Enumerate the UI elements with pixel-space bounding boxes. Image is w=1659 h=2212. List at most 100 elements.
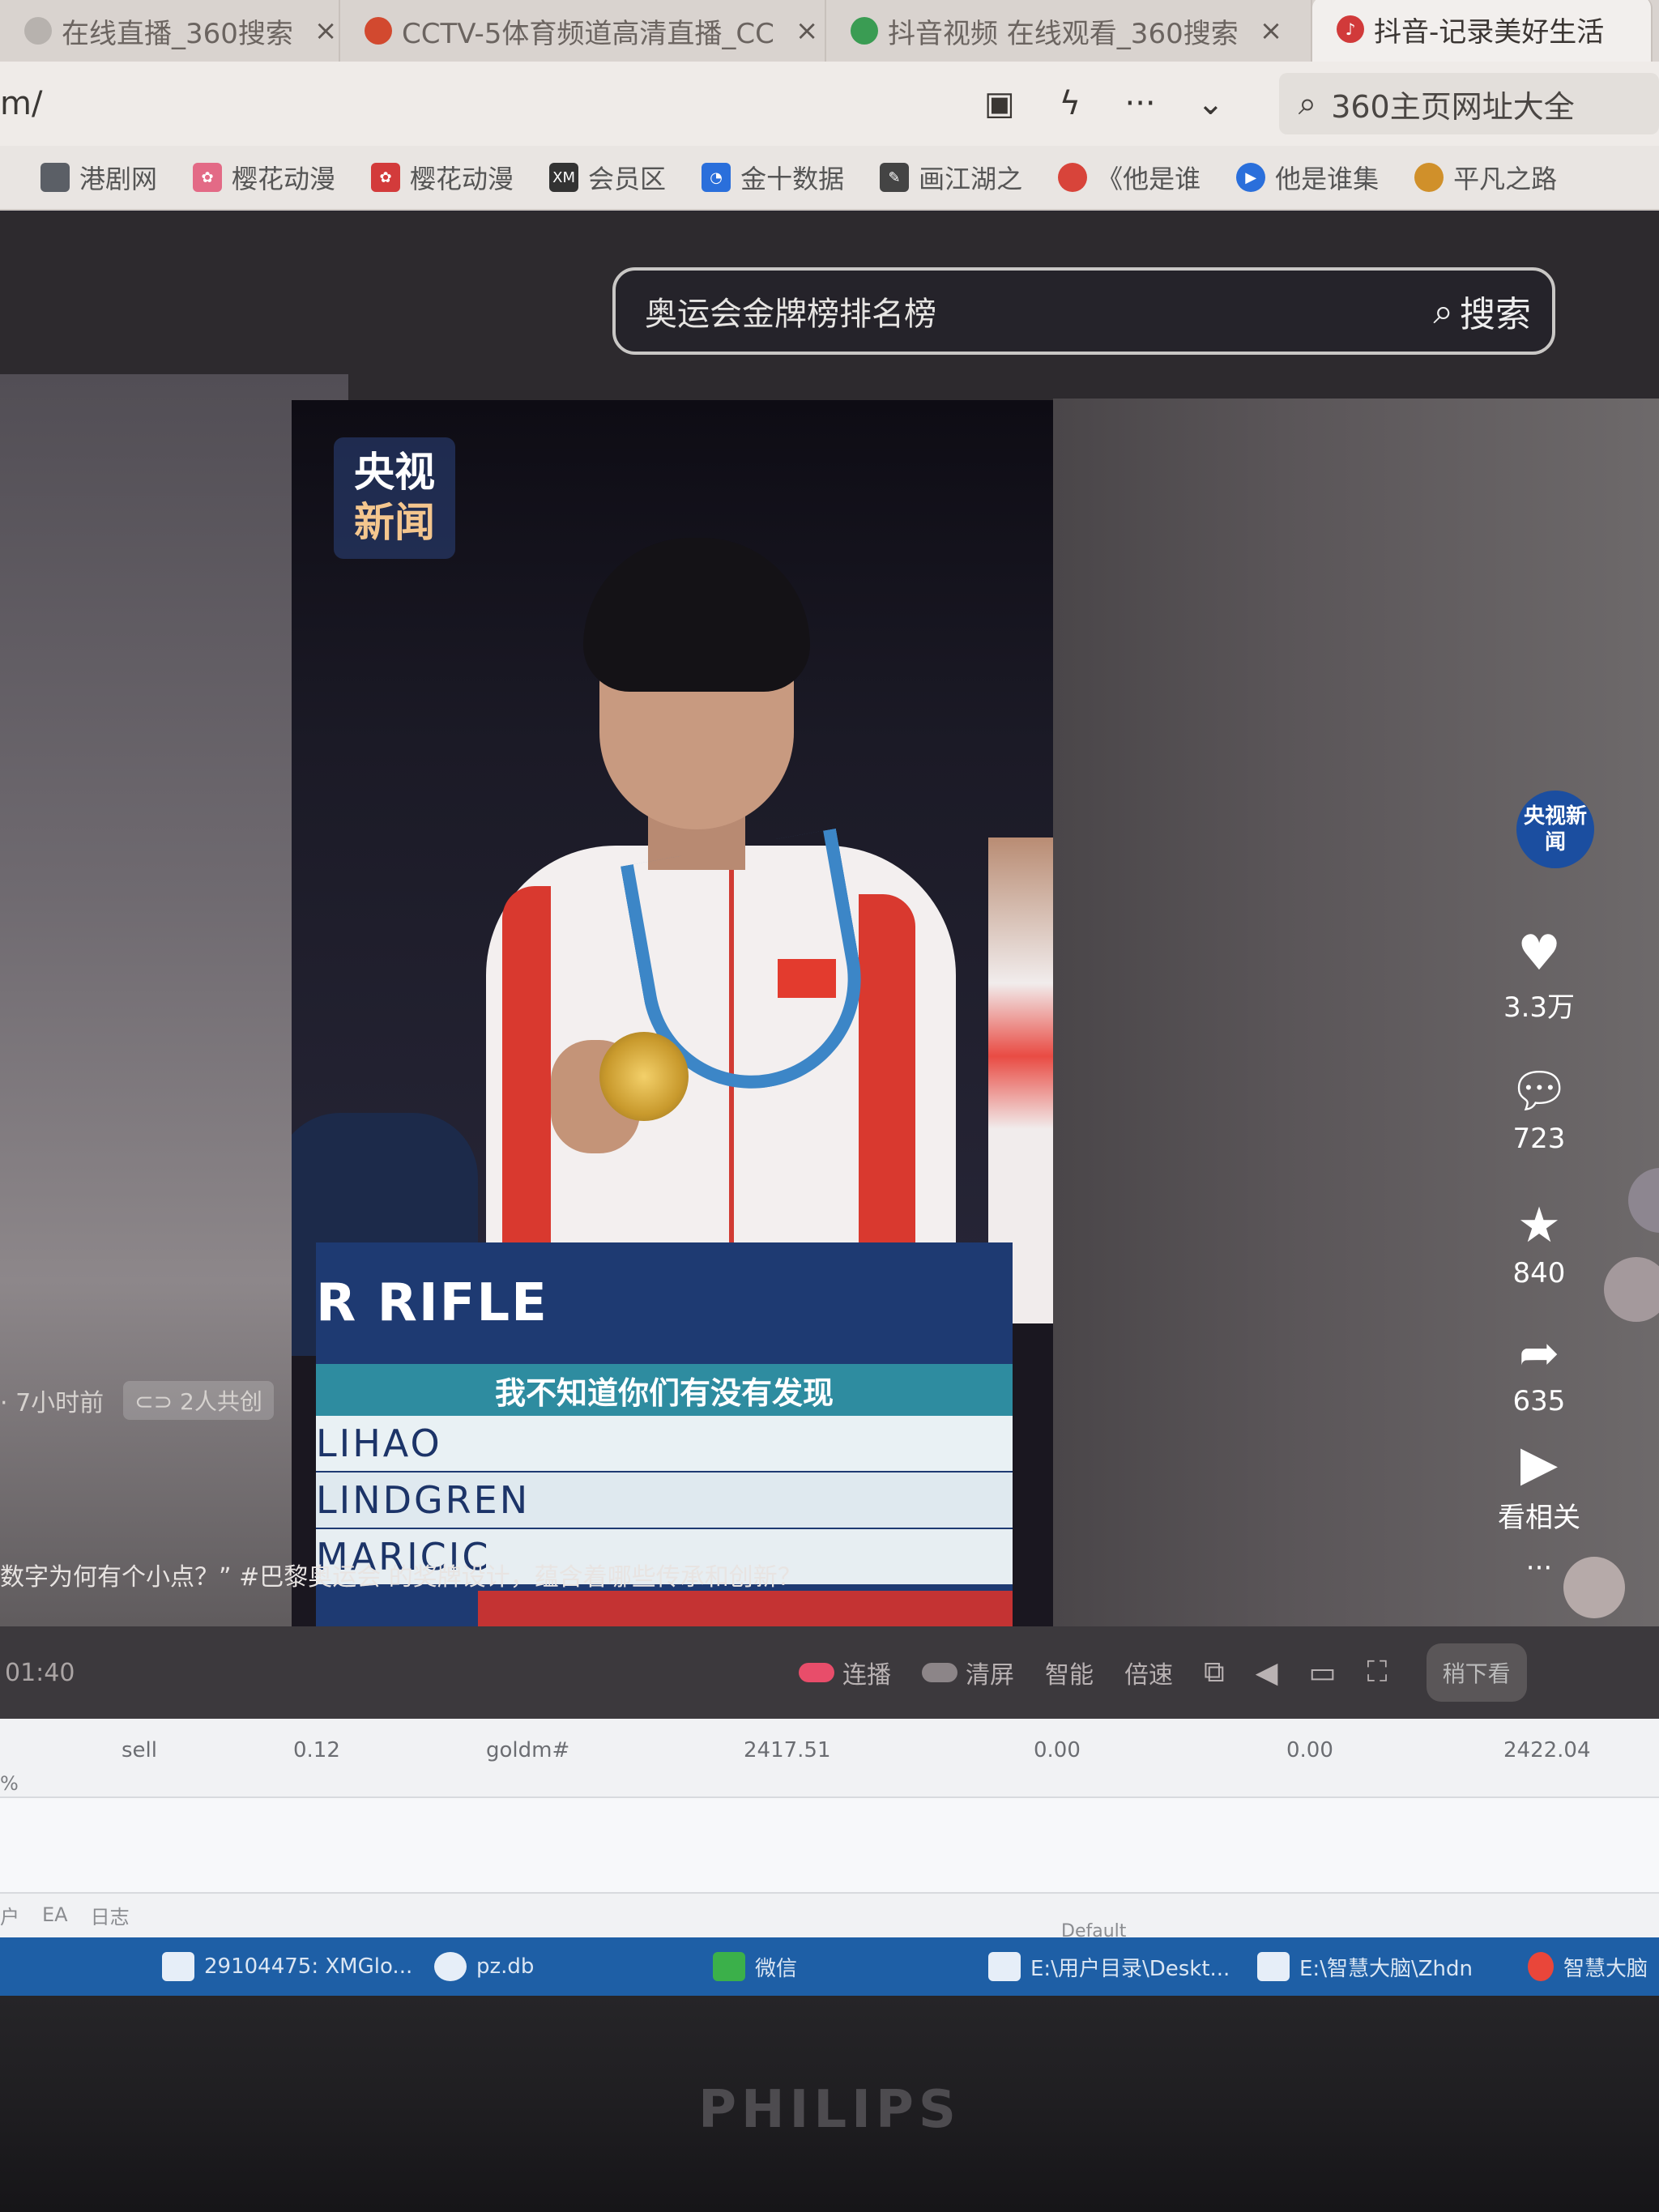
image-icon[interactable]: ▣ xyxy=(980,83,1020,124)
terminal-balance-line: % xyxy=(0,1772,19,1795)
tab-close-icon[interactable]: × xyxy=(314,15,338,47)
chevron-down-icon[interactable]: ⌄ xyxy=(1191,83,1230,124)
tab-favicon-icon xyxy=(365,17,392,45)
web-fullscreen-icon: ▭ xyxy=(1308,1656,1337,1690)
comment-button[interactable]: 💬︎ 723 xyxy=(1491,1063,1588,1155)
like-button[interactable]: ♥ 3.3万 xyxy=(1491,925,1588,1025)
quality-button[interactable]: 智能 xyxy=(1045,1655,1094,1690)
xm-logo-icon: XM xyxy=(549,163,579,192)
volume-icon: ◀︎ xyxy=(1255,1656,1278,1690)
taskbar-label: E:\智慧大脑\Zhdn xyxy=(1299,1956,1473,1981)
favorite-button[interactable]: ★ 840 xyxy=(1491,1197,1588,1289)
search-icon: ⌕ xyxy=(1433,290,1453,332)
favorite-count: 840 xyxy=(1512,1257,1566,1289)
lightning-icon[interactable]: ϟ xyxy=(1050,83,1090,124)
tab-close-icon[interactable]: × xyxy=(1260,15,1283,47)
share-count: 635 xyxy=(1512,1385,1566,1417)
tab-douyin-search[interactable]: 抖音视频 在线观看_360搜索 × xyxy=(826,0,1312,62)
share-button[interactable]: ➦ 635 xyxy=(1491,1325,1588,1417)
fullscreen-button[interactable]: ⛶ xyxy=(1367,1656,1387,1690)
app-g-icon xyxy=(1528,1952,1554,1981)
more-button[interactable]: ··· xyxy=(1491,1549,1588,1584)
bookmark-icon xyxy=(1414,163,1444,192)
related-button[interactable]: ▶ 看相关 xyxy=(1491,1435,1588,1535)
douyin-search-bar[interactable]: 奥运会金牌榜排名榜 ⌕ 搜索 xyxy=(612,267,1555,355)
browser-tab-bar: 在线直播_360搜索 × CCTV-5体育频道高清直播_CC × 抖音视频 在线… xyxy=(0,0,1659,62)
trade-open-price: 2417.51 xyxy=(744,1738,831,1762)
taskbar-label: 29104475: XMGlo... xyxy=(204,1954,413,1979)
bookmark-item[interactable]: ▶ 他是谁集 xyxy=(1236,159,1379,196)
taskbar-item-folder-desktop[interactable]: E:\用户目录\Deskt... xyxy=(988,1952,1230,1982)
speed-button[interactable]: 倍速 xyxy=(1124,1655,1173,1690)
taskbar-item-wechat[interactable]: 微信 xyxy=(713,1952,797,1982)
browser-search-box[interactable]: ⌕ 360主页网址大全 xyxy=(1278,73,1659,134)
browser-search-placeholder: 360主页网址大全 xyxy=(1331,88,1575,125)
taskbar-item-xm[interactable]: 29104475: XMGlo... xyxy=(162,1952,412,1981)
url-field[interactable]: m/ xyxy=(0,85,949,122)
trade-volume: 0.12 xyxy=(293,1738,340,1762)
bookmark-icon xyxy=(41,163,70,192)
tab-360-search[interactable]: 在线直播_360搜索 × xyxy=(0,0,340,62)
co-creation-badge[interactable]: ⊂⊃ 2人共创 xyxy=(123,1381,274,1420)
file-icon xyxy=(1257,1952,1290,1981)
tab-close-icon[interactable]: × xyxy=(795,15,819,47)
taskbar-label: E:\用户目录\Deskt... xyxy=(1030,1956,1230,1981)
douyin-page: 奥运会金牌榜排名榜 ⌕ 搜索 央视 新闻 R RIFLE 我不知道你们有没有发现… xyxy=(0,212,1659,1719)
tab-cctv5[interactable]: CCTV-5体育频道高清直播_CC × xyxy=(340,0,826,62)
toggle-switch-icon xyxy=(922,1663,957,1682)
wechat-icon xyxy=(713,1952,745,1981)
bookmark-label: 画江湖之 xyxy=(919,164,1023,194)
gold-medal-icon xyxy=(599,1032,689,1121)
bookmark-item[interactable]: ◔ 金十数据 xyxy=(702,159,844,196)
tab-ea[interactable]: EA xyxy=(42,1903,68,1926)
watch-later-button[interactable]: 稍下看 xyxy=(1426,1643,1527,1702)
video-description[interactable]: 数字为何有个小点？” #巴黎奥运会 的奖牌设计，蕴含着哪些传承和创新？ xyxy=(0,1557,1053,1592)
webfullscreen-button[interactable]: ▭ xyxy=(1308,1656,1336,1690)
trade-row[interactable]: sell 0.12 goldm# 2417.51 0.00 0.00 2422.… xyxy=(0,1730,1659,1771)
clear-screen-toggle[interactable]: 清屏 xyxy=(922,1655,1014,1690)
bookmark-item[interactable]: XM 会员区 xyxy=(549,159,666,196)
related-label: 看相关 xyxy=(1498,1502,1580,1534)
bookmark-label: 平凡之路 xyxy=(1453,164,1558,194)
douyin-search-button[interactable]: ⌕ 搜索 xyxy=(1433,285,1531,337)
author-avatar[interactable]: 央视新闻 xyxy=(1516,791,1594,868)
bookmark-item[interactable]: ✿ 樱花动漫 xyxy=(193,159,335,196)
bookmark-item[interactable]: 平凡之路 xyxy=(1414,159,1557,196)
autoplay-toggle[interactable]: 连播 xyxy=(799,1655,891,1690)
terminal-tabs: 户 EA 日志 xyxy=(0,1899,152,1931)
bookmark-item[interactable]: ✿ 樱花动漫 xyxy=(371,159,514,196)
windows-taskbar: 29104475: XMGlo... pz.db 微信 E:\用户目录\Desk… xyxy=(0,1937,1659,1996)
monitor-bezel: PHILIPS xyxy=(0,1996,1659,2212)
scoreboard-row: LINDGREN xyxy=(316,1473,1013,1528)
tab-favicon-icon xyxy=(851,17,878,45)
taskbar-item-zhihui[interactable]: 智慧大脑 xyxy=(1528,1952,1648,1982)
monitor-screen: 在线直播_360搜索 × CCTV-5体育频道高清直播_CC × 抖音视频 在线… xyxy=(0,0,1659,2212)
tab-douyin-active[interactable]: ♪ 抖音-记录美好生活 xyxy=(1312,0,1653,62)
star-icon: ★ xyxy=(1517,1197,1561,1254)
file-icon xyxy=(988,1952,1021,1981)
tab-account[interactable]: 户 xyxy=(0,1901,19,1929)
video-player[interactable]: 央视 新闻 R RIFLE 我不知道你们有没有发现 LIHAO LINDGREN… xyxy=(292,400,1053,1664)
tab-label: 在线直播_360搜索 xyxy=(62,17,293,50)
douyin-favicon-icon: ♪ xyxy=(1337,15,1364,43)
autoplay-label: 连播 xyxy=(842,1661,891,1690)
sakura-icon: ✿ xyxy=(371,163,401,192)
play-circle-icon: ▶ xyxy=(1520,1435,1559,1492)
bookmark-label: 港剧网 xyxy=(79,164,158,194)
picture-in-picture-icon: ⧉ xyxy=(1204,1656,1225,1689)
tab-log[interactable]: 日志 xyxy=(91,1901,130,1929)
pip-button[interactable]: ⧉ xyxy=(1204,1656,1225,1690)
address-bar: m/ ▣ ϟ ··· ⌄ ⌕ 360主页网址大全 xyxy=(0,62,1659,146)
bookmark-item[interactable]: ✎ 画江湖之 xyxy=(880,159,1022,196)
douyin-search-input[interactable]: 奥运会金牌榜排名榜 xyxy=(645,288,1433,335)
bookmark-item[interactable]: 《他是谁 xyxy=(1058,159,1201,196)
taskbar-label: 智慧大脑 xyxy=(1563,1956,1648,1981)
more-icon[interactable]: ··· xyxy=(1120,83,1160,124)
trade-current-price: 2422.04 xyxy=(1503,1738,1591,1762)
taskbar-item-folder-zhdn[interactable]: E:\智慧大脑\Zhdn xyxy=(1257,1952,1473,1982)
comment-count: 723 xyxy=(1512,1123,1566,1155)
scoreboard-row: LIHAO xyxy=(316,1416,1013,1471)
volume-button[interactable]: ◀︎ xyxy=(1256,1656,1278,1690)
bookmark-item[interactable]: 港剧网 xyxy=(41,159,157,196)
taskbar-item-pz[interactable]: pz.db xyxy=(434,1952,534,1981)
